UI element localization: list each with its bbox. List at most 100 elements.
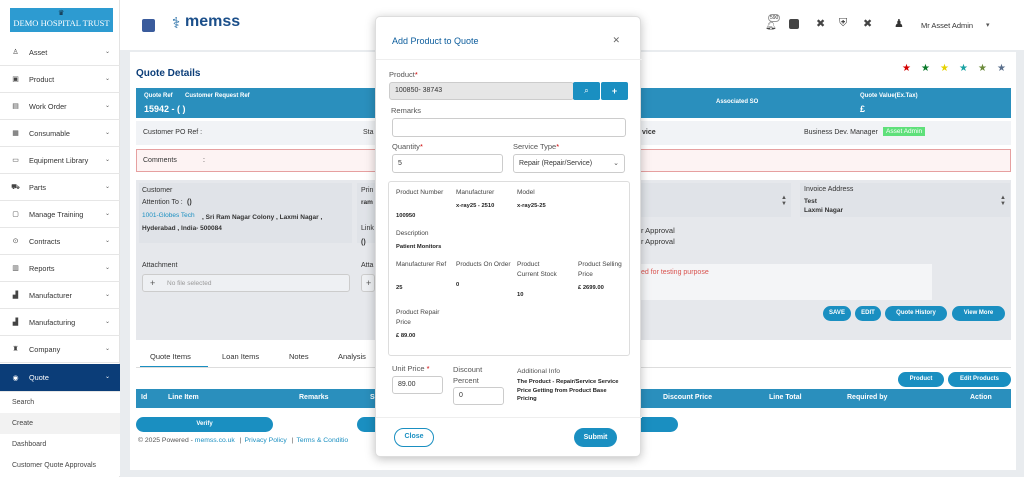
sidebar-item-asset[interactable]: ♙ Asset ⌄ [0,39,120,66]
description-value: Patient Monitors [396,244,442,250]
manufacturer-ref-label: Manufacturer Ref [396,261,447,268]
verify-button[interactable]: Verify [136,417,273,432]
wrench-icon[interactable]: ✖ [863,17,872,30]
star-icon[interactable]: ★ [978,63,987,74]
add-button[interactable]: + [601,82,628,100]
quote-history-button[interactable]: Quote History [885,306,947,321]
save-button[interactable]: SAVE [823,306,851,321]
avatar[interactable]: ♟ [894,17,904,30]
col-required-by: Required by [847,394,888,401]
sidebar-item-product[interactable]: ▣ Product ⌄ [0,66,120,93]
attachment-label-2: Atta [361,262,374,269]
quantity-field[interactable]: 5 [392,154,503,173]
close-button[interactable]: Close [394,428,434,447]
message-icon[interactable] [789,19,799,29]
manufacturer-ref-value: 25 [396,285,403,291]
star-icon[interactable]: ★ [902,63,911,74]
sidebar-item-reports[interactable]: ▥ Reports ⌄ [0,255,120,282]
selling-price-value: £ 2699.00 [578,285,604,291]
footer-terms-link[interactable]: Terms & Conditio [296,437,348,444]
sidebar-item-consumable[interactable]: ▦ Consumable ⌄ [0,120,120,147]
scroll-arrows-icon[interactable]: ▲ ▼ [1000,195,1006,207]
add-product-modal: Add Product to Quote ✕ Product* 100850- … [375,16,642,457]
star-icon[interactable]: ★ [959,63,968,74]
quantity-label: Quantity* [392,142,423,151]
chevron-down-icon: ⌄ [104,103,110,109]
chevron-down-icon: ⌄ [104,76,110,82]
submit-button[interactable]: Submit [574,428,617,447]
service-type-label-text: Service Type [513,142,557,151]
scroll-arrows-icon[interactable]: ▲ ▼ [781,195,787,207]
attachment-input[interactable]: + No file selected [142,274,350,292]
row-button-right[interactable] [640,417,678,432]
sidebar-item-company[interactable]: ♜ Company ⌄ [0,336,120,363]
col-id: Id [141,394,148,401]
sidebar-item-parts[interactable]: ⛟ Parts ⌄ [0,174,120,201]
asset-icon: ♙ [12,49,19,56]
view-more-button[interactable]: View More [952,306,1005,321]
attachment-input-2[interactable]: + [361,274,375,292]
sidebar-item-contracts[interactable]: ⊙ Contracts ⌄ [0,228,120,255]
caduceus-icon: ⚕ [172,15,181,32]
star-icon[interactable]: ★ [940,63,949,74]
unit-price-field[interactable]: 89.00 [392,376,443,394]
sidebar-sub-create[interactable]: Create [0,413,120,434]
status-label: Sta [363,129,374,136]
user-menu-caret-icon[interactable]: ▾ [986,21,990,29]
sidebar-item-work-order[interactable]: ▤ Work Order ⌄ [0,93,120,120]
shield-icon[interactable]: ⛨ [839,17,847,30]
testing-note-box: ed for testing purpose [641,264,932,300]
star-icon[interactable]: ★ [997,63,1006,74]
current-stock-value: 10 [517,292,524,298]
edit-products-button[interactable]: Edit Products [948,372,1011,387]
notification-bell-icon[interactable]: 🔔︎ 590 [764,14,781,31]
plus-icon: + [150,278,156,288]
footer-site-link[interactable]: memss.co.uk [195,437,235,444]
approval-text-1: r Approval [641,226,675,235]
footer-privacy-link[interactable]: Privacy Policy [244,437,286,444]
tab-loan-items[interactable]: Loan Items [222,352,259,361]
footer: © 2025 Powered - memss.co.uk | Privacy Po… [138,437,348,444]
search-button[interactable]: ⌕ [573,82,600,100]
search-icon: ⌕ [584,86,589,95]
sidebar-item-manage-training[interactable]: ▢ Manage Training ⌄ [0,201,120,228]
footer-separator: | [291,437,294,444]
close-icon[interactable]: ✕ [612,35,620,46]
product-field[interactable]: 100850- 38743 [389,82,574,100]
add-product-button[interactable]: Product [898,372,944,387]
quote-value: £ [860,104,866,114]
sidebar-sub-customer-quote-approvals[interactable]: Customer Quote Approvals [0,455,120,476]
hospital-logo[interactable]: ♛ DEMO HOSPITAL TRUST [10,8,113,32]
menu-toggle-icon[interactable] [142,19,155,32]
discount-percent-field[interactable]: 0 [453,387,504,405]
chevron-down-icon: ⌄ [104,319,110,325]
reports-icon: ▥ [12,265,19,272]
tab-quote-items[interactable]: Quote Items [150,352,191,361]
manufacturer-value: x-ray25 - 2510 [456,203,495,209]
current-stock-label: Product Current Stock [517,261,557,278]
sidebar-sub-dashboard[interactable]: Dashboard [0,434,120,455]
unit-price-label: Unit Price * [392,364,430,373]
row-button-left[interactable] [357,417,377,432]
sidebar-item-equipment-library[interactable]: ▭ Equipment Library ⌄ [0,147,120,174]
principal-label: Prin [361,187,374,194]
attachment-placeholder: No file selected [167,280,212,287]
manufacturer-label: Manufacturer [456,189,495,196]
sidebar-item-quote[interactable]: ◉ Quote ⌄ [0,364,120,392]
tab-notes[interactable]: Notes [289,352,309,361]
tab-analysis[interactable]: Analysis [338,352,366,361]
sidebar-item-manufacturer[interactable]: ▟ Manufacturer ⌄ [0,282,120,309]
tools-icon[interactable]: ✖ [816,17,825,30]
edit-button[interactable]: EDIT [855,306,881,321]
sidebar-sub-search[interactable]: Search [0,392,120,413]
invoice-address-card: Invoice Address Test Laxmi Nagar ▲ ▼ [800,183,1010,217]
memss-logo[interactable]: ⚕ memss [172,13,252,37]
sidebar-item-manufacturing[interactable]: ▟ Manufacturing ⌄ [0,309,120,336]
principal-value: ram [361,199,373,206]
chevron-down-icon: ⌄ [104,238,110,244]
user-name[interactable]: Mr Asset Admin [921,21,973,30]
remarks-field[interactable] [392,118,626,137]
service-type-select[interactable]: Repair (Repair/Service) ⌄ [513,154,625,173]
product-icon: ▣ [12,76,19,83]
star-icon[interactable]: ★ [921,63,930,74]
